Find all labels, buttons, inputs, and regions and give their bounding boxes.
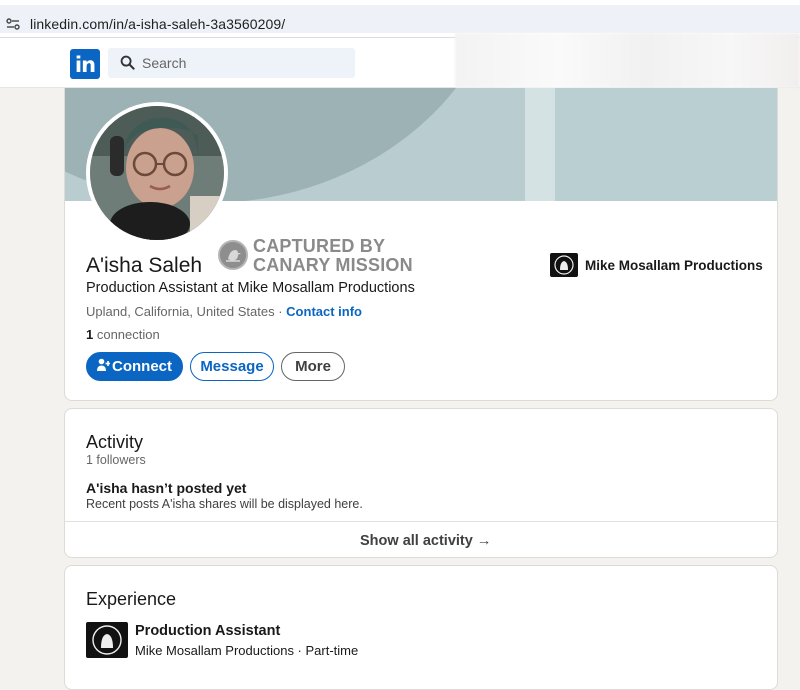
add-person-icon [97,358,110,371]
activity-divider [64,521,778,522]
canary-bird-icon [226,250,241,262]
canary-mission-stamp: CAPTURED BY CANARY MISSION [253,237,413,275]
banner-stripe [525,88,555,201]
company-logo-art [554,255,574,275]
message-button[interactable]: Message [190,352,274,381]
profile-location: Upland, California, United States · Cont… [86,304,362,319]
no-posts-title: A'isha hasn’t posted yet [86,480,247,496]
experience-title: Experience [86,589,177,609]
blurred-region [455,33,800,88]
banner-right [555,88,777,201]
show-all-activity-button[interactable]: Show all activity → [360,533,491,549]
profile-photo [90,106,224,240]
contact-info-link[interactable]: Contact info [286,304,362,319]
search-icon [120,55,135,70]
url-text[interactable]: linkedin.com/in/a-isha-saleh-3a3560209/ [30,16,285,32]
profile-headline: Production Assistant at Mike Mosallam Pr… [86,280,415,296]
experience-company: Mike Mosallam Productions · Part-time [135,643,359,658]
location-text: Upland, California, United States [86,304,275,319]
profile-name: A'isha Saleh [86,254,203,277]
more-button[interactable]: More [281,352,345,381]
linkedin-logo-icon[interactable]: in [70,49,100,79]
connect-button[interactable]: Connect [86,352,183,381]
url-bar[interactable]: linkedin.com/in/a-isha-saleh-3a3560209/ [0,5,800,33]
stamp-line-2: CANARY MISSION [253,255,413,275]
tune-icon[interactable] [6,18,20,30]
activity-title: Activity [86,432,144,452]
connection-count[interactable]: 1 connection [86,327,160,342]
connect-label: Connect [112,358,172,375]
current-company-link[interactable]: Mike Mosallam Productions [585,258,763,273]
followers-count: 1 followers [86,453,146,467]
stamp-line-1: CAPTURED BY [253,236,386,256]
canary-mission-stamp-icon [218,240,248,270]
location-separator: · [274,304,287,319]
search-placeholder: Search [142,55,187,71]
profile-photo-art [90,106,224,240]
connection-label: connection [93,327,160,342]
no-posts-subtitle: Recent posts A'isha shares will be displ… [86,497,363,511]
search-input[interactable]: Search [108,48,355,78]
company-logo-icon[interactable] [550,253,578,277]
avatar[interactable] [86,102,228,244]
company-logo-icon[interactable] [86,622,128,658]
experience-role[interactable]: Production Assistant [135,623,280,639]
experience-company-logo-art [92,625,122,655]
